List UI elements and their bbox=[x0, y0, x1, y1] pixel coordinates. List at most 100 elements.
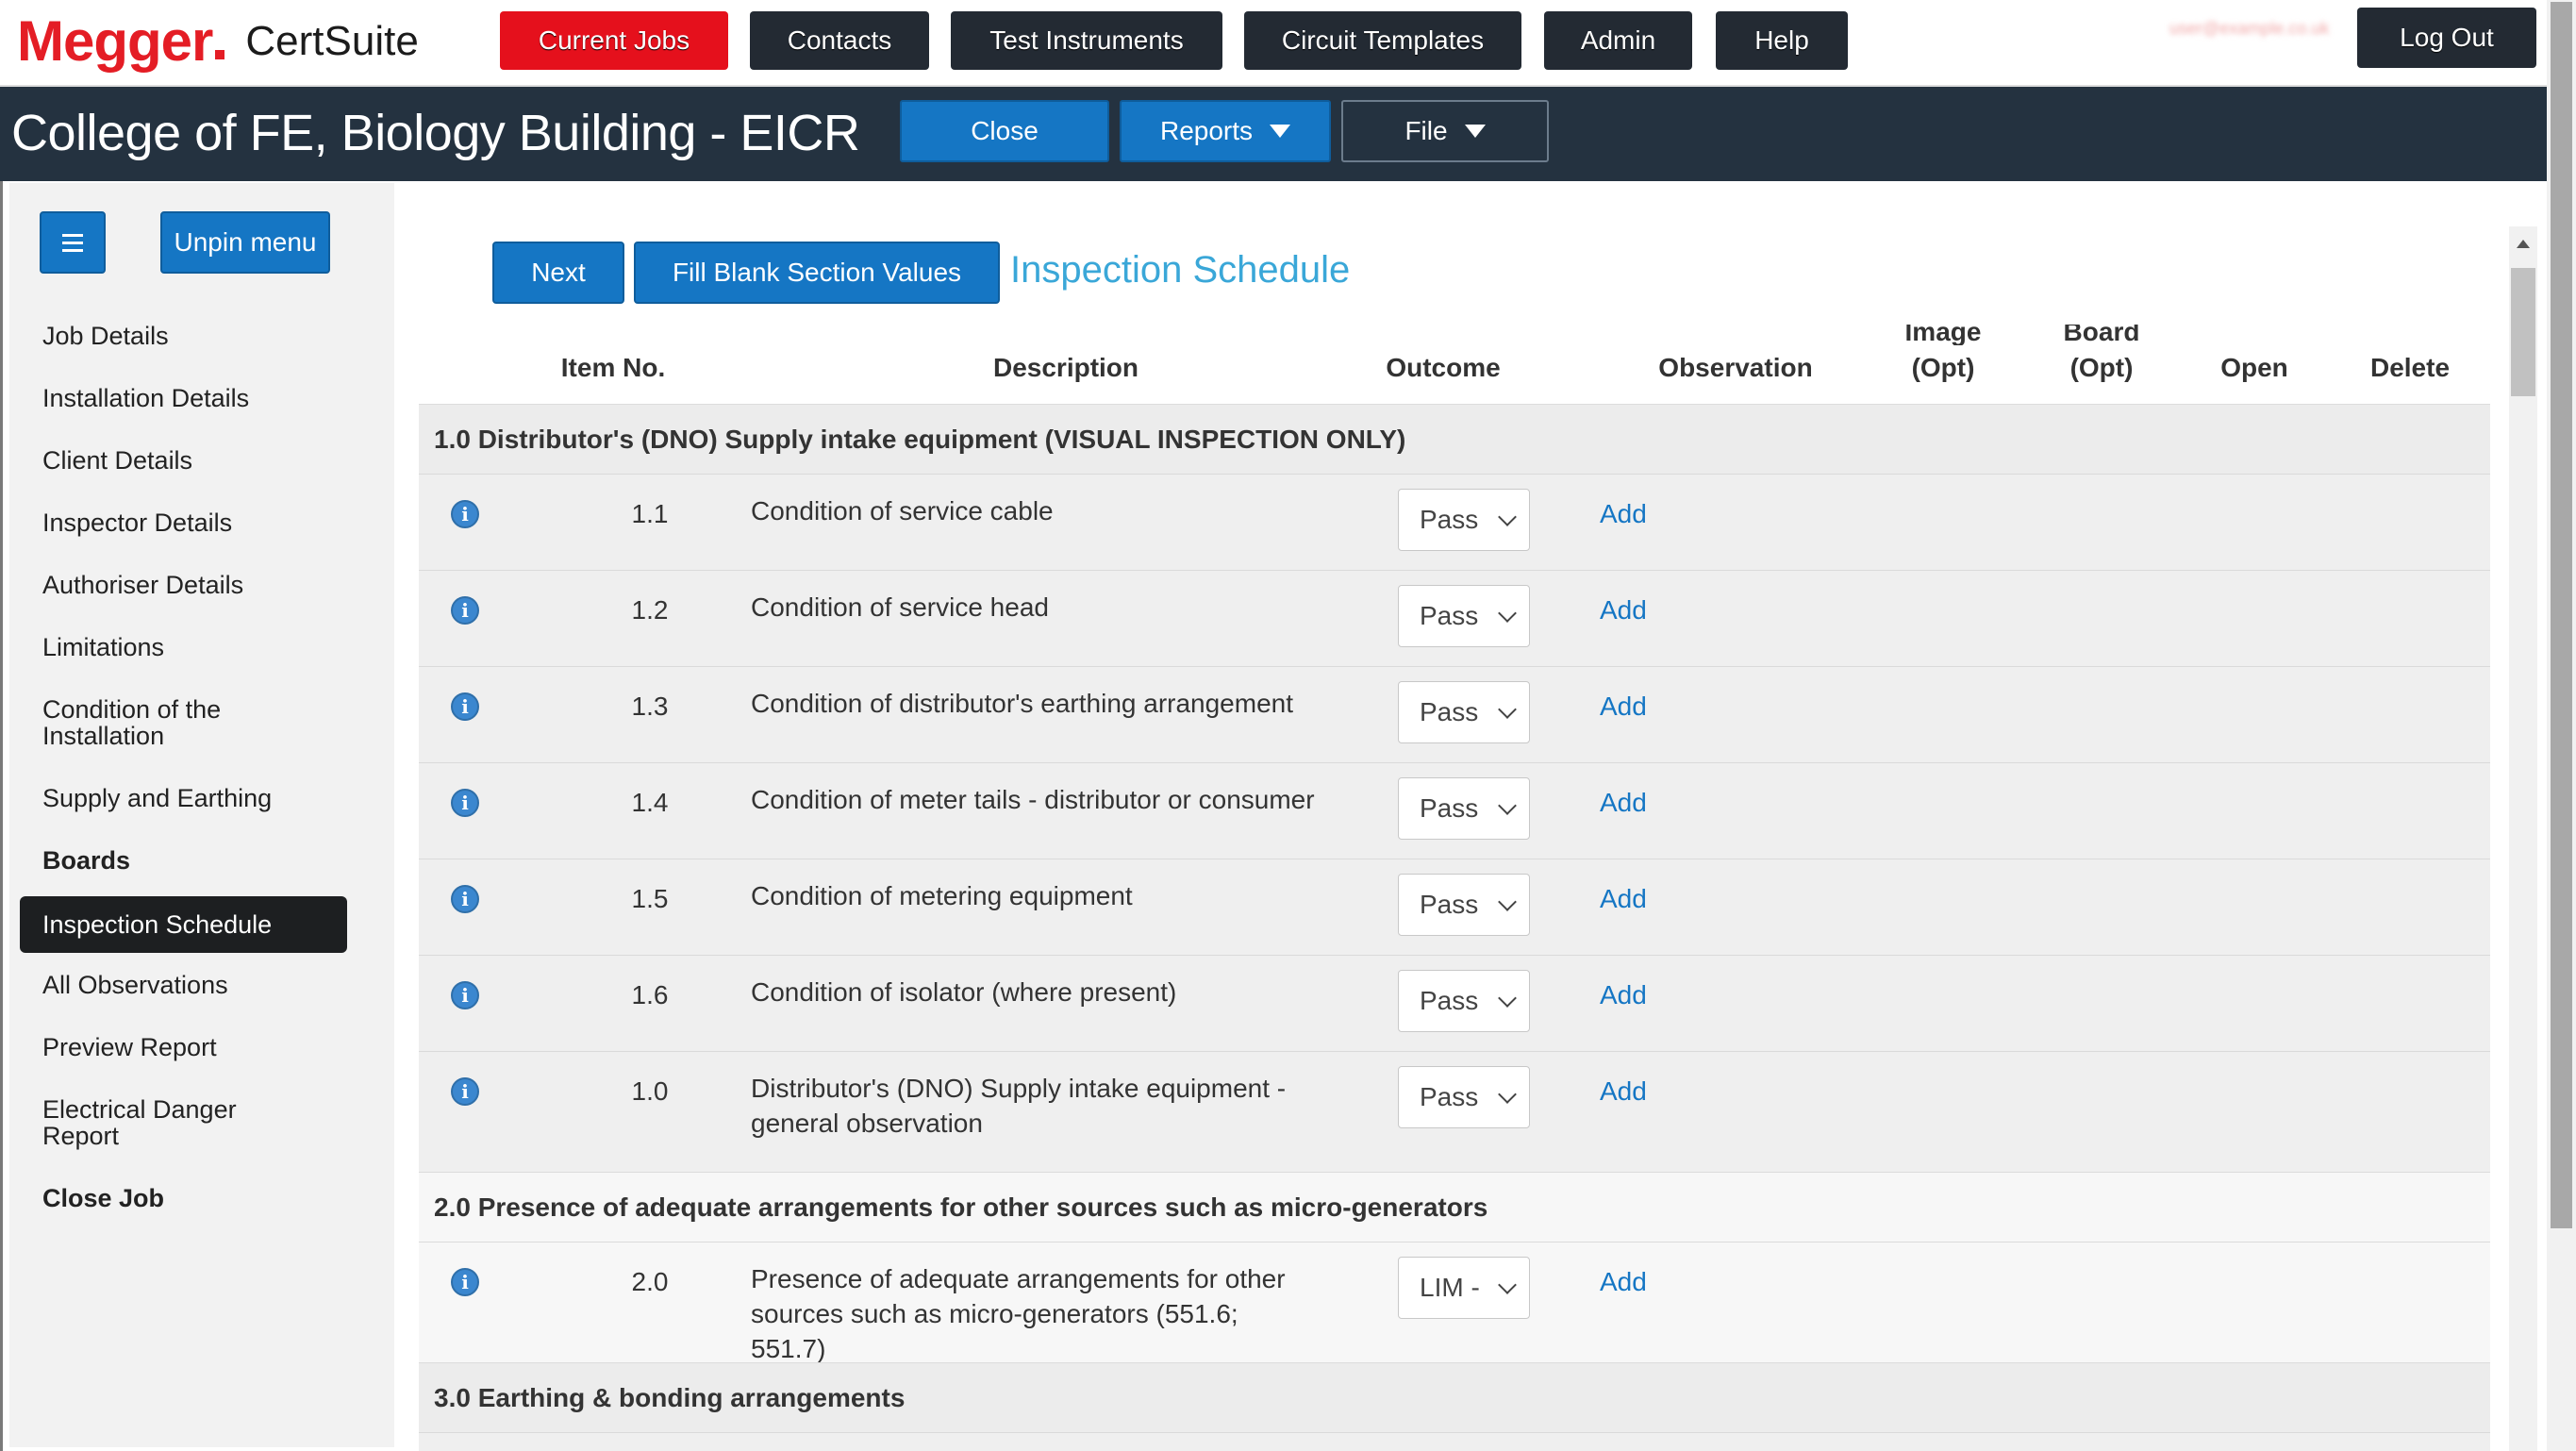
chevron-down-icon bbox=[1498, 604, 1517, 623]
add-observation-link[interactable]: Add bbox=[1600, 499, 1647, 529]
outcome-value: LIM - bbox=[1420, 1273, 1480, 1302]
next-button[interactable]: Next bbox=[492, 242, 624, 304]
unpin-menu-button[interactable]: Unpin menu bbox=[160, 211, 330, 274]
outcome-select[interactable]: Pass bbox=[1398, 970, 1530, 1032]
nav-circuit-templates[interactable]: Circuit Templates bbox=[1244, 11, 1521, 70]
info-icon[interactable]: i bbox=[451, 789, 479, 817]
sidebar-item-authoriser-details[interactable]: Authoriser Details bbox=[42, 572, 354, 598]
sidebar-item-electrical-danger-report[interactable]: Electrical Danger Report bbox=[42, 1096, 259, 1149]
sidebar-item-close-job[interactable]: Close Job bbox=[42, 1185, 354, 1211]
close-job-label: Close bbox=[971, 116, 1039, 145]
window-scrollbar-thumb[interactable] bbox=[2551, 2, 2572, 1228]
sidebar-item-condition-of-installation[interactable]: Condition of the Installation bbox=[42, 696, 259, 749]
logo-brand-text: Megger bbox=[17, 9, 213, 73]
info-icon[interactable]: i bbox=[451, 1268, 479, 1296]
add-observation-link[interactable]: Add bbox=[1600, 1076, 1647, 1107]
outcome-select[interactable]: Pass bbox=[1398, 585, 1530, 647]
column-header-board-top: Board bbox=[2063, 325, 2140, 345]
info-icon[interactable]: i bbox=[451, 885, 479, 913]
add-observation-link[interactable]: Add bbox=[1600, 884, 1647, 914]
chevron-down-icon bbox=[1498, 1276, 1517, 1294]
top-nav-bar: Megger CertSuite Current Jobs Contacts T… bbox=[0, 0, 2547, 87]
add-observation-link[interactable]: Add bbox=[1600, 595, 1647, 625]
window-scrollbar[interactable] bbox=[2547, 0, 2576, 1451]
outcome-select[interactable]: Pass bbox=[1398, 1066, 1530, 1128]
chevron-down-icon bbox=[1498, 508, 1517, 526]
chevron-down-icon bbox=[1498, 796, 1517, 815]
column-header-image: (Opt) bbox=[1911, 353, 1975, 382]
sidebar-item-boards[interactable]: Boards bbox=[42, 847, 354, 874]
column-header-delete: Delete bbox=[2369, 353, 2451, 382]
column-header-item-no: Item No. bbox=[560, 353, 666, 382]
logo-dot-icon bbox=[215, 50, 225, 59]
fill-blank-section-values-button[interactable]: Fill Blank Section Values bbox=[634, 242, 1000, 304]
outcome-select[interactable]: Pass bbox=[1398, 874, 1530, 936]
sidebar-item-all-observations[interactable]: All Observations bbox=[42, 972, 354, 998]
add-observation-link[interactable]: Add bbox=[1600, 788, 1647, 818]
file-label: File bbox=[1404, 116, 1448, 145]
content-scrollbar[interactable] bbox=[2509, 226, 2537, 1451]
section-header-3: 3.0 Earthing & bonding arrangements bbox=[419, 1362, 2490, 1432]
logout-button[interactable]: Log Out bbox=[2357, 8, 2536, 68]
outcome-select[interactable]: Pass bbox=[1398, 489, 1530, 551]
nav-test-instruments[interactable]: Test Instruments bbox=[951, 11, 1222, 70]
item-description: Condition of metering equipment bbox=[751, 881, 1133, 910]
table-row: i 1.1 Condition of service cable Pass Ad… bbox=[419, 474, 2490, 570]
outcome-value: Pass bbox=[1420, 793, 1479, 823]
column-header-image-top: Image bbox=[1904, 325, 1982, 345]
item-number: 1.6 bbox=[631, 980, 669, 1009]
nav-current-jobs[interactable]: Current Jobs bbox=[500, 11, 728, 70]
nav-help[interactable]: Help bbox=[1716, 11, 1848, 70]
sidebar: Unpin menu Job Details Installation Deta… bbox=[9, 183, 394, 1447]
sidebar-item-job-details[interactable]: Job Details bbox=[42, 323, 354, 349]
info-icon[interactable]: i bbox=[451, 981, 479, 1009]
info-icon[interactable]: i bbox=[451, 1077, 479, 1106]
hamburger-menu-button[interactable] bbox=[40, 211, 106, 274]
table-row: i 2.0 Presence of adequate arrangements … bbox=[419, 1242, 2490, 1363]
outcome-select[interactable]: Pass bbox=[1398, 777, 1530, 840]
hamburger-icon-line bbox=[62, 241, 83, 244]
sidebar-item-limitations[interactable]: Limitations bbox=[42, 634, 354, 660]
page-title: Inspection Schedule bbox=[1010, 249, 1351, 291]
main-content: Next Fill Blank Section Values Inspectio… bbox=[396, 183, 2547, 1451]
sidebar-item-client-details[interactable]: Client Details bbox=[42, 447, 354, 474]
caret-down-icon bbox=[1464, 125, 1486, 138]
info-icon[interactable]: i bbox=[451, 692, 479, 721]
column-header-observation: Observation bbox=[1658, 353, 1813, 382]
item-number: 2.0 bbox=[631, 1267, 669, 1296]
outcome-value: Pass bbox=[1420, 505, 1479, 534]
add-observation-link[interactable]: Add bbox=[1600, 980, 1647, 1010]
outcome-value: Pass bbox=[1420, 1082, 1479, 1111]
column-header-board: (Opt) bbox=[2069, 353, 2134, 382]
item-number: 1.5 bbox=[631, 884, 669, 913]
add-observation-link[interactable]: Add bbox=[1600, 692, 1647, 722]
item-description: Condition of isolator (where present) bbox=[751, 977, 1177, 1007]
hamburger-icon-line bbox=[62, 233, 83, 237]
scrollbar-thumb[interactable] bbox=[2511, 268, 2535, 396]
item-number: 1.1 bbox=[631, 499, 669, 528]
reports-dropdown-button[interactable]: Reports bbox=[1120, 100, 1331, 162]
sidebar-item-inspector-details[interactable]: Inspector Details bbox=[42, 509, 354, 536]
job-title-bar: College of FE, Biology Building - EICR C… bbox=[0, 87, 2547, 181]
chevron-down-icon bbox=[1498, 1085, 1517, 1104]
item-description: Presence of adequate arrangements for ot… bbox=[751, 1264, 1286, 1363]
close-job-button[interactable]: Close bbox=[900, 100, 1109, 162]
chevron-down-icon bbox=[1498, 700, 1517, 719]
info-icon[interactable]: i bbox=[451, 596, 479, 625]
sidebar-item-installation-details[interactable]: Installation Details bbox=[42, 385, 354, 411]
file-dropdown-button[interactable]: File bbox=[1341, 100, 1549, 162]
outcome-select[interactable]: LIM - bbox=[1398, 1257, 1530, 1319]
table-row bbox=[419, 1432, 2490, 1451]
sidebar-item-inspection-schedule[interactable]: Inspection Schedule bbox=[20, 896, 347, 953]
nav-admin[interactable]: Admin bbox=[1544, 11, 1692, 70]
info-icon[interactable]: i bbox=[451, 500, 479, 528]
nav-contacts[interactable]: Contacts bbox=[750, 11, 929, 70]
outcome-select[interactable]: Pass bbox=[1398, 681, 1530, 743]
user-email: user@example.co.uk bbox=[2169, 19, 2330, 38]
logo-product-text: CertSuite bbox=[245, 18, 419, 64]
scroll-up-arrow-icon[interactable] bbox=[2517, 240, 2530, 248]
add-observation-link[interactable]: Add bbox=[1600, 1267, 1647, 1297]
item-description: Condition of service head bbox=[751, 592, 1049, 622]
sidebar-item-supply-and-earthing[interactable]: Supply and Earthing bbox=[42, 785, 354, 811]
sidebar-item-preview-report[interactable]: Preview Report bbox=[42, 1034, 354, 1060]
